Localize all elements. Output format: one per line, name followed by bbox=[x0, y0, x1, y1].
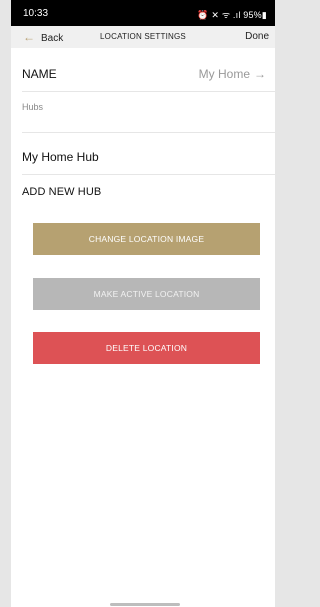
nav-bar: ← Back LOCATION SETTINGS Done bbox=[11, 26, 275, 48]
add-new-hub-label: ADD NEW HUB bbox=[22, 186, 102, 198]
name-value-wrap: My Home → bbox=[199, 67, 266, 81]
arrow-right-icon: → bbox=[254, 67, 266, 81]
done-button[interactable]: Done bbox=[245, 31, 269, 42]
hub-name: My Home Hub bbox=[22, 150, 99, 164]
page-title: LOCATION SETTINGS bbox=[100, 32, 186, 41]
delete-location-button[interactable]: DELETE LOCATION bbox=[33, 332, 260, 364]
status-time: 10:33 bbox=[23, 8, 49, 19]
name-value: My Home bbox=[198, 67, 250, 81]
change-location-image-button[interactable]: CHANGE LOCATION IMAGE bbox=[33, 223, 260, 255]
name-label: NAME bbox=[22, 67, 57, 81]
status-bar: 10:33 ⏰ ✕ ᯤ .ıl 95%▮ bbox=[11, 0, 275, 26]
hub-list-item[interactable]: My Home Hub bbox=[22, 150, 275, 175]
hubs-section-label: Hubs bbox=[22, 102, 44, 112]
home-indicator[interactable] bbox=[110, 603, 180, 606]
status-icons: ⏰ ✕ ᯤ .ıl 95%▮ bbox=[197, 10, 267, 20]
make-active-location-button[interactable]: MAKE ACTIVE LOCATION bbox=[33, 278, 260, 310]
name-row[interactable]: NAME My Home → bbox=[22, 67, 275, 92]
phone-screen: 10:33 ⏰ ✕ ᯤ .ıl 95%▮ ← Back LOCATION SETT… bbox=[11, 0, 275, 607]
add-new-hub-button[interactable]: ADD NEW HUB bbox=[22, 186, 275, 210]
hubs-section: Hubs bbox=[22, 102, 275, 133]
